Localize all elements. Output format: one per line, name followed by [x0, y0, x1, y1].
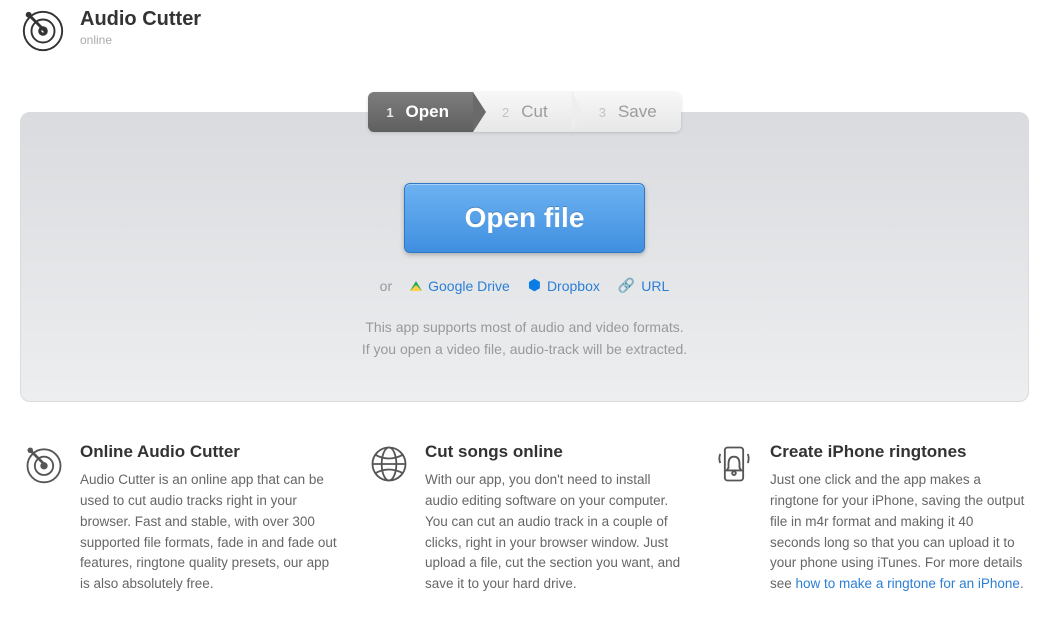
app-title: Audio Cutter — [80, 8, 201, 31]
step-label: Open — [406, 102, 449, 122]
feature-body: Just one click and the app makes a ringt… — [770, 470, 1027, 596]
dropbox-icon: ⬢ — [528, 278, 541, 293]
feature-iphone-ringtones: Create iPhone ringtones Just one click a… — [712, 442, 1027, 596]
or-label: or — [380, 278, 392, 294]
ringtone-guide-link[interactable]: how to make a ringtone for an iPhone — [796, 576, 1020, 591]
feature-cut-songs: Cut songs online With our app, you don't… — [367, 442, 682, 596]
google-drive-icon — [410, 281, 422, 291]
google-drive-link[interactable]: Google Drive — [410, 278, 510, 294]
app-subtitle: online — [80, 33, 201, 47]
step-save[interactable]: 3 Save — [572, 92, 681, 132]
feature-body: With our app, you don't need to install … — [425, 470, 682, 596]
step-number: 2 — [502, 105, 509, 120]
app-header: Audio Cutter online — [0, 0, 1049, 62]
disc-icon — [22, 442, 66, 486]
features-section: Online Audio Cutter Audio Cutter is an o… — [0, 402, 1049, 616]
hint-line: If you open a video file, audio-track wi… — [41, 338, 1008, 360]
url-link[interactable]: 🔗 URL — [618, 277, 669, 294]
audio-cutter-logo-icon — [20, 8, 66, 54]
open-file-button[interactable]: Open file — [404, 183, 646, 253]
upload-panel: Open file or Google Drive ⬢ Dropbox 🔗 UR… — [20, 112, 1029, 402]
hint-line: This app supports most of audio and vide… — [41, 316, 1008, 338]
step-number: 1 — [386, 105, 393, 120]
feature-body: Audio Cutter is an online app that can b… — [80, 470, 337, 596]
format-hint: This app supports most of audio and vide… — [41, 316, 1008, 361]
feature-title: Online Audio Cutter — [80, 442, 337, 462]
feature-title: Create iPhone ringtones — [770, 442, 1027, 462]
step-tabs: 1 Open 2 Cut 3 Save — [368, 92, 680, 132]
feature-title: Cut songs online — [425, 442, 682, 462]
globe-icon — [367, 442, 411, 486]
step-cut[interactable]: 2 Cut — [473, 92, 572, 132]
alt-sources-row: or Google Drive ⬢ Dropbox 🔗 URL — [41, 277, 1008, 294]
feature-body-text: Just one click and the app makes a ringt… — [770, 472, 1024, 592]
step-open[interactable]: 1 Open — [368, 92, 473, 132]
url-label: URL — [641, 278, 669, 294]
step-number: 3 — [599, 105, 606, 120]
phone-bell-icon — [712, 442, 756, 486]
link-icon: 🔗 — [618, 277, 635, 294]
google-drive-label: Google Drive — [428, 278, 510, 294]
step-label: Cut — [521, 102, 547, 122]
feature-online-cutter: Online Audio Cutter Audio Cutter is an o… — [22, 442, 337, 596]
dropbox-label: Dropbox — [547, 278, 600, 294]
dropbox-link[interactable]: ⬢ Dropbox — [528, 278, 600, 294]
step-label: Save — [618, 102, 657, 122]
